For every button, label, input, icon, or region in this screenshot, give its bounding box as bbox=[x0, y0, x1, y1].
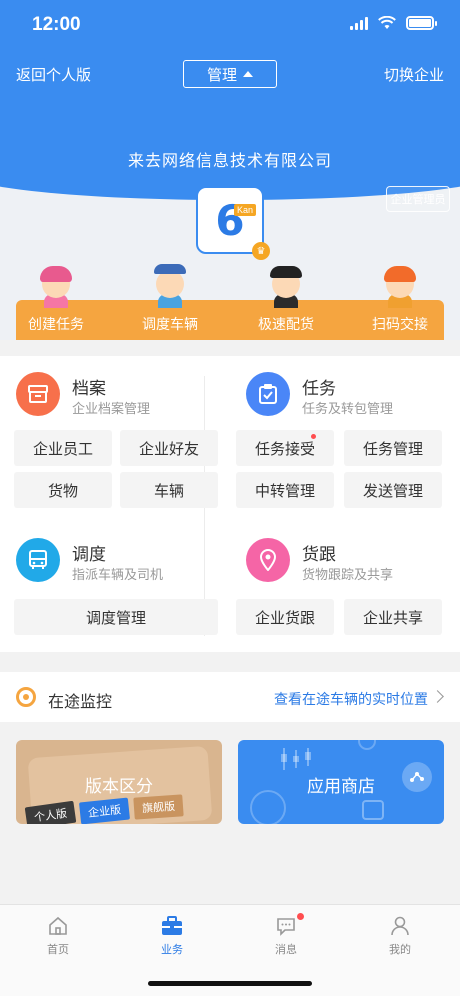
tile-employees[interactable]: 企业员工 bbox=[14, 430, 112, 466]
status-icons bbox=[350, 16, 437, 30]
bus-outline-icon bbox=[362, 800, 384, 820]
section-subtitle: 货物跟踪及共享 bbox=[302, 567, 394, 582]
home-icon bbox=[18, 913, 98, 939]
edition-tag-enterprise: 企业版 bbox=[78, 797, 131, 824]
quick-fast-match[interactable]: 极速配货 bbox=[236, 266, 336, 334]
notification-dot bbox=[297, 913, 304, 920]
back-personal-button[interactable]: 返回个人版 bbox=[16, 64, 91, 85]
tile-dispatch-manage[interactable]: 调度管理 bbox=[14, 599, 218, 635]
tile-task-accept[interactable]: 任务接受 bbox=[236, 430, 334, 466]
tile-vehicles[interactable]: 车辆 bbox=[120, 472, 218, 508]
section-title: 调度 bbox=[72, 545, 106, 564]
app-store-banner[interactable]: 应用商店 bbox=[238, 740, 444, 824]
company-name: 来去网络信息技术有限公司 bbox=[127, 153, 332, 170]
section-subtitle: 指派车辆及司机 bbox=[72, 567, 164, 582]
tile-task-manage[interactable]: 任务管理 bbox=[344, 430, 442, 466]
tab-label: 首页 bbox=[47, 944, 69, 956]
logo-number: 6 bbox=[215, 195, 245, 245]
caret-up-icon bbox=[243, 71, 253, 77]
section-title: 货跟 bbox=[302, 545, 336, 564]
home-indicator bbox=[148, 981, 312, 986]
tile-send-manage[interactable]: 发送管理 bbox=[344, 472, 442, 508]
transit-monitor-row[interactable]: 在途监控 查看在途车辆的实时位置 bbox=[0, 672, 460, 722]
monitor-link[interactable]: 查看在途车辆的实时位置 bbox=[274, 689, 428, 709]
message-icon bbox=[246, 913, 326, 939]
camera-icon bbox=[16, 687, 36, 707]
clipboard-check-icon bbox=[246, 372, 290, 416]
status-time: 12:00 bbox=[32, 14, 81, 35]
logo-text: Kan bbox=[233, 204, 256, 216]
banner-decoration bbox=[358, 740, 376, 750]
briefcase-icon bbox=[132, 913, 212, 939]
location-pin-icon bbox=[246, 538, 290, 582]
bus-icon bbox=[16, 538, 60, 582]
quick-dispatch-vehicle[interactable]: 调度车辆 bbox=[120, 264, 220, 334]
edition-tag-flagship: 旗舰版 bbox=[133, 794, 184, 820]
mode-label: 管理 bbox=[206, 66, 237, 84]
feature-grid: 档案 企业档案管理 企业员工 企业好友 货物 车辆 任务 任务及转包管理 任务接… bbox=[0, 356, 460, 652]
status-bar: 12:00 bbox=[0, 0, 460, 50]
tile-company-share[interactable]: 企业共享 bbox=[344, 599, 442, 635]
archive-box-icon bbox=[16, 372, 60, 416]
edition-banner[interactable]: 版本区分 个人版 企业版 旗舰版 bbox=[16, 740, 222, 824]
girl-avatar-icon bbox=[380, 266, 420, 308]
header: 12:00 返回个人版 管理 切换企业 来去网络信息技术有限公司 企业管理员 6… bbox=[0, 0, 460, 340]
admin-badge: 企业管理员 bbox=[386, 186, 450, 212]
tab-label: 消息 bbox=[275, 944, 297, 956]
wifi-icon bbox=[378, 16, 396, 29]
female-avatar-icon bbox=[36, 266, 76, 308]
quick-action-label: 极速配货 bbox=[258, 316, 314, 332]
tile-company-tracking[interactable]: 企业货跟 bbox=[236, 599, 334, 635]
tab-messages[interactable]: 消息 bbox=[246, 913, 326, 957]
quick-create-task[interactable]: 创建任务 bbox=[6, 266, 106, 334]
tile-partners[interactable]: 企业好友 bbox=[120, 430, 218, 466]
signal-icon bbox=[350, 16, 368, 30]
tab-label: 我的 bbox=[389, 944, 411, 956]
section-task: 任务 任务及转包管理 bbox=[246, 372, 460, 422]
section-archive: 档案 企业档案管理 bbox=[16, 372, 236, 422]
crown-icon: ♛ bbox=[252, 242, 270, 260]
banner-title: 版本区分 bbox=[85, 777, 153, 796]
chevron-right-icon bbox=[431, 690, 444, 703]
monitor-title: 在途监控 bbox=[48, 694, 113, 711]
quick-action-label: 调度车辆 bbox=[142, 316, 198, 332]
quick-scan-handover[interactable]: 扫码交接 bbox=[350, 266, 450, 334]
share-nodes-icon bbox=[402, 762, 432, 792]
quick-action-label: 扫码交接 bbox=[372, 316, 428, 332]
notification-dot bbox=[311, 434, 316, 439]
battery-icon bbox=[406, 16, 437, 30]
tab-business[interactable]: 业务 bbox=[132, 913, 212, 957]
section-dispatch: 调度 指派车辆及司机 bbox=[16, 538, 236, 588]
tab-profile[interactable]: 我的 bbox=[360, 913, 440, 957]
tile-goods[interactable]: 货物 bbox=[14, 472, 112, 508]
stock-chart-icon bbox=[281, 748, 311, 770]
section-title: 任务 bbox=[302, 379, 336, 398]
quick-action-label: 创建任务 bbox=[28, 316, 84, 332]
mode-dropdown[interactable]: 管理 bbox=[183, 60, 277, 88]
tab-label: 业务 bbox=[161, 944, 183, 956]
tab-home[interactable]: 首页 bbox=[18, 913, 98, 957]
section-subtitle: 企业档案管理 bbox=[72, 401, 151, 416]
switch-company-button[interactable]: 切换企业 bbox=[384, 64, 444, 85]
tile-label: 任务接受 bbox=[254, 440, 315, 458]
section-tracking: 货跟 货物跟踪及共享 bbox=[246, 538, 460, 588]
tile-transfer-manage[interactable]: 中转管理 bbox=[236, 472, 334, 508]
section-title: 档案 bbox=[72, 379, 106, 398]
elder-avatar-icon bbox=[150, 264, 190, 308]
businessman-avatar-icon bbox=[266, 266, 306, 308]
user-icon bbox=[360, 913, 440, 939]
section-subtitle: 任务及转包管理 bbox=[302, 401, 394, 416]
